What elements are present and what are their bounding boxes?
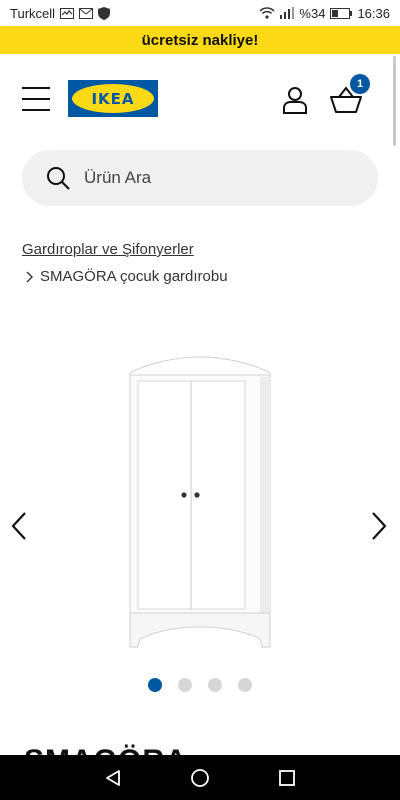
page-scrollbar[interactable] [393, 56, 396, 146]
chevron-right-icon [26, 271, 33, 282]
shield-icon [98, 6, 111, 20]
chevron-left-icon [11, 512, 26, 540]
ikea-logo[interactable]: IKEA [68, 80, 158, 117]
status-right: %34 16:36 [259, 6, 390, 21]
recents-button[interactable] [275, 766, 299, 790]
user-icon [283, 87, 307, 114]
search-placeholder: Ürün Ara [84, 168, 152, 187]
signal-icon [280, 7, 295, 19]
gallery-dot-2[interactable] [178, 678, 192, 692]
gallery-next-button[interactable] [369, 510, 389, 542]
status-bar: Turkcell %34 16:36 [0, 0, 400, 26]
battery-icon [330, 7, 353, 19]
basket-count-badge: 1 [350, 74, 370, 94]
wifi-icon [259, 7, 275, 19]
wardrobe-product-image[interactable] [124, 355, 276, 655]
search-input[interactable]: Ürün Ara [22, 150, 378, 206]
search-icon [47, 167, 70, 190]
product-gallery [0, 310, 400, 710]
site-header: IKEA 1 [0, 54, 400, 146]
breadcrumb-current: SMAGÖRA çocuk gardırobu [26, 268, 228, 285]
clock: 16:36 [357, 5, 390, 21]
logo-text: IKEA [91, 89, 135, 108]
mail-icon [79, 7, 94, 19]
gallery-dot-1[interactable] [148, 678, 162, 692]
recents-square-icon [278, 769, 295, 786]
back-button[interactable] [101, 766, 125, 790]
activity-icon [60, 7, 75, 19]
chevron-right-icon [372, 512, 387, 540]
back-triangle-icon [106, 769, 121, 786]
breadcrumb-parent-link[interactable]: Gardıroplar ve Şifonyerler [22, 241, 194, 258]
promo-text: ücretsiz nakliye! [141, 31, 259, 49]
gallery-pagination [0, 678, 400, 692]
carrier-name: Turkcell [10, 5, 56, 21]
menu-icon [22, 87, 50, 89]
gallery-prev-button[interactable] [9, 510, 29, 542]
battery-percent: %34 [299, 5, 326, 21]
promo-banner[interactable]: ücretsiz nakliye! [0, 26, 400, 54]
system-nav-bar [0, 755, 400, 800]
menu-button[interactable] [22, 84, 50, 114]
gallery-dot-4[interactable] [238, 678, 252, 692]
home-circle-icon [191, 768, 209, 787]
account-button[interactable] [281, 86, 309, 114]
status-left: Turkcell [10, 5, 111, 21]
home-button[interactable] [188, 766, 212, 790]
breadcrumb-current-label: SMAGÖRA çocuk gardırobu [40, 268, 228, 285]
gallery-dot-3[interactable] [208, 678, 222, 692]
